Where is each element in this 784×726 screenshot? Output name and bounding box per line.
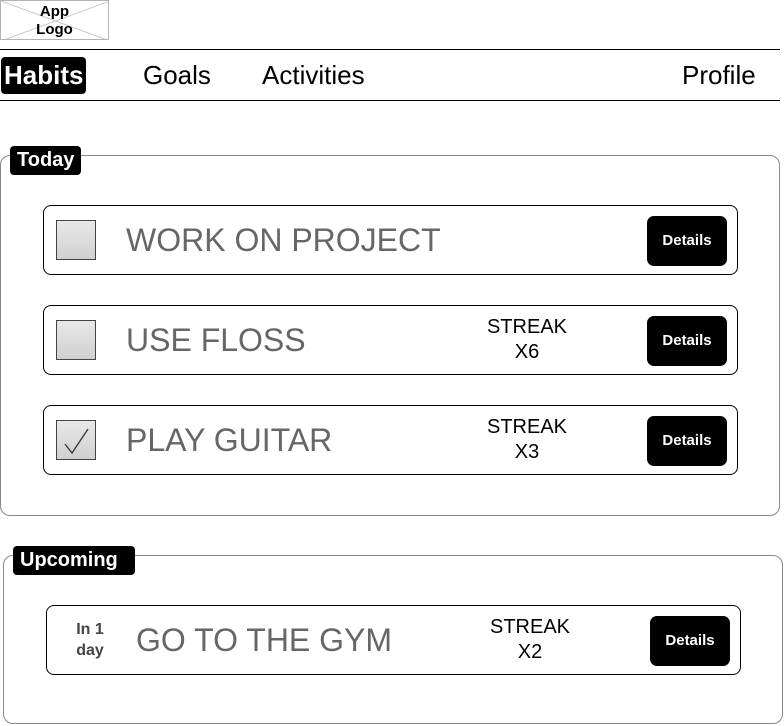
today-section-label: Today [10,146,82,175]
nav-tab-profile[interactable]: Profile [682,59,756,91]
habit-checkbox[interactable] [56,220,96,260]
details-button[interactable]: Details [647,316,727,366]
nav-tab-habits[interactable]: Habits [1,57,87,94]
habit-checkbox[interactable] [56,320,96,360]
details-button[interactable]: Details [650,616,730,666]
due-indicator: In 1 day [65,619,115,661]
habit-title: WORK ON PROJECT [126,222,441,258]
habit-card-go-to-the-gym: In 1 day GO TO THE GYM STREAK X2 Details [46,605,741,675]
streak-count: X2 [517,641,543,663]
habit-checkbox-checked[interactable] [56,420,96,460]
habit-title: USE FLOSS [126,322,306,358]
streak-badge: STREAK X2 [475,615,585,665]
streak-label: STREAK [486,416,568,438]
due-line1: In 1 [76,621,104,638]
streak-label: STREAK [486,316,568,338]
streak-badge: STREAK X3 [472,415,582,465]
details-button[interactable]: Details [647,416,727,466]
streak-badge: STREAK X6 [472,315,582,365]
nav-bottom-divider [0,100,780,101]
logo-text: App Logo [1,3,108,39]
details-button[interactable]: Details [647,216,727,266]
habit-card-use-floss: USE FLOSS STREAK X6 Details [43,305,738,375]
streak-count: X6 [514,341,540,363]
logo-text-line1: App [39,3,70,20]
due-line2: day [76,642,104,659]
check-icon [64,428,89,455]
nav-tab-goals[interactable]: Goals [143,59,211,91]
nav-top-divider [0,49,780,50]
streak-count: X3 [514,441,540,463]
habit-title: GO TO THE GYM [136,622,393,658]
logo-text-line2: Logo [36,21,73,38]
app-logo: App Logo [0,0,109,40]
habit-card-play-guitar: PLAY GUITAR STREAK X3 Details [43,405,738,475]
nav-tab-activities[interactable]: Activities [262,59,365,91]
streak-label: STREAK [489,616,571,638]
upcoming-section-label: Upcoming [13,546,135,575]
habit-title: PLAY GUITAR [126,422,333,458]
habit-card-work-on-project: WORK ON PROJECT Details [43,205,738,275]
